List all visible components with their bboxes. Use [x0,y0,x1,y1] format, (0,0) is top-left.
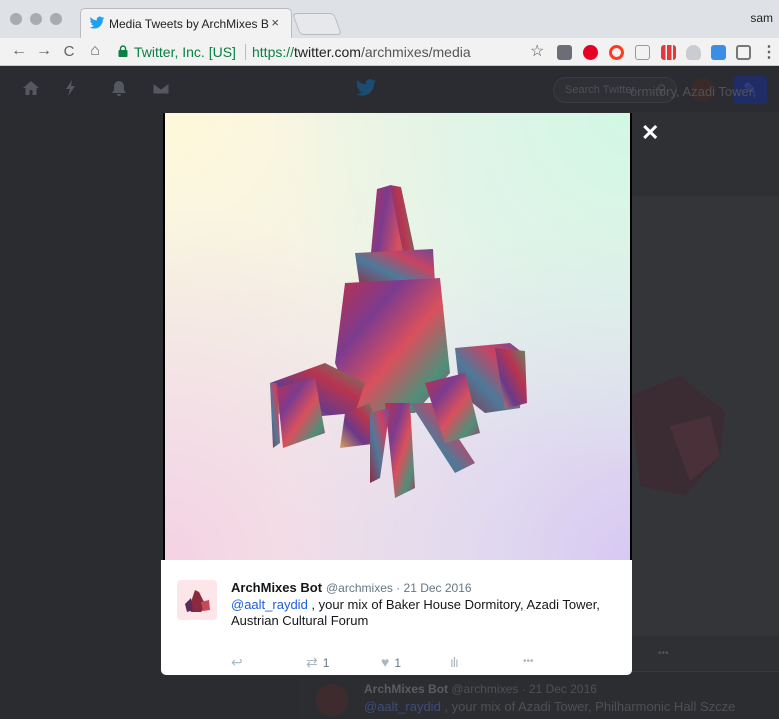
close-icon[interactable]: ✕ [641,122,659,144]
like-count: 1 [394,656,401,670]
background-tweet-header: ArchMixes Bot @archmixes · 21 Dec 2016 [364,682,597,696]
window-zoom-button[interactable] [50,13,62,25]
bookmark-star-icon[interactable]: ☆ [530,41,544,61]
background-tweet-name: ArchMixes Bot [364,682,449,696]
background-tweet-mention: @aalt_raydid [364,699,441,714]
messages-envelope-icon[interactable] [152,79,170,97]
document-icon[interactable] [635,45,650,60]
home-icon[interactable] [22,79,40,97]
url-host: twitter.com [294,44,361,60]
more-dots-icon: ••• [523,656,534,667]
media-frame [163,113,632,560]
tab-title: Media Tweets by ArchMixes Bc [109,17,269,31]
heart-icon: ♥ [381,654,390,670]
tab-close-icon[interactable]: × [271,15,279,30]
camera-icon[interactable] [736,45,751,60]
window-close-button[interactable] [10,13,22,25]
background-tweet-media [630,196,779,636]
cloud-icon[interactable] [686,45,701,60]
archmixes-avatar-icon [185,590,210,612]
background-tweet-avatar [316,684,348,716]
reply-button[interactable]: ↩ [231,654,243,671]
url-scheme: https:// [252,44,295,60]
back-arrow-icon[interactable]: ← [10,42,28,60]
url-text: https://twitter.com/archmixes/media [252,44,471,60]
address-bar[interactable]: Twitter, Inc. [US] https://twitter.com/a… [112,41,552,63]
media-image[interactable] [165,113,630,560]
twitter-logo-icon[interactable] [355,77,377,99]
retweet-count: 1 [322,656,330,670]
more-button[interactable]: ••• [523,656,534,667]
home-icon[interactable]: ⌂ [86,42,104,60]
retweet-icon: ⇄ [306,654,318,670]
analytics-bars-icon: ılı [450,654,459,670]
tweet-text: @aalt_raydid , your mix of Baker House D… [231,597,621,629]
lock-icon [118,45,128,57]
address-divider [245,44,246,60]
bars-extension-icon[interactable] [661,45,676,60]
background-more-icon: ••• [658,648,669,659]
architecture-model-render [270,185,527,498]
browser-menu-icon[interactable]: ⋮ [760,42,778,62]
moments-lightning-icon[interactable] [62,79,80,97]
window-minimize-button[interactable] [30,13,42,25]
new-tab-button[interactable] [291,13,343,35]
security-label: Twitter, Inc. [US] [134,44,236,60]
forward-arrow-icon[interactable]: → [35,42,53,60]
background-tweet-text: @aalt_raydid , your mix of Azadi Tower, … [364,699,735,714]
background-tweet: ArchMixes Bot @archmixes · 21 Dec 2016 @… [300,671,779,719]
twitter-bird-icon [89,16,105,29]
browser-toolbar: ← → C ⌂ Twitter, Inc. [US] https://twitt… [0,38,779,66]
notifications-bell-icon[interactable] [110,79,128,97]
analytics-button[interactable]: ılı [450,654,459,670]
background-tweet-meta: @archmixes · 21 Dec 2016 [451,682,597,696]
reply-icon: ↩ [231,654,243,670]
background-model-thumbnail [630,376,725,496]
like-button[interactable]: ♥ 1 [381,654,401,670]
search-placeholder: Search Twitter [565,84,636,96]
background-tweet-text-top: ormitory, Azadi Tower, [630,84,756,99]
reload-icon[interactable]: C [60,43,78,60]
edit-extension-icon[interactable] [711,45,726,60]
tweet-handle-date[interactable]: @archmixes · 21 Dec 2016 [326,581,472,595]
background-tweet-actions: ••• [630,644,779,666]
media-lightbox: ArchMixes Bot @archmixes · 21 Dec 2016 @… [161,113,632,675]
lightbox-tweet-card: ArchMixes Bot @archmixes · 21 Dec 2016 @… [161,560,632,675]
url-path: /archmixes/media [360,44,471,60]
tweet-mention-link[interactable]: @aalt_raydid [231,597,308,612]
retweet-button[interactable]: ⇄ 1 [306,654,329,671]
browser-tab-active[interactable]: Media Tweets by ArchMixes Bc × [80,8,292,38]
profile-name[interactable]: sam [750,11,773,25]
extension-screen-icon[interactable] [557,45,572,60]
browser-tabstrip: Media Tweets by ArchMixes Bc × sam [0,0,779,38]
pinterest-icon[interactable] [583,45,598,60]
background-tweet-body: , your mix of Azadi Tower, Philharmonic … [440,699,736,714]
tweet-avatar[interactable] [177,580,217,620]
opera-icon[interactable] [609,45,624,60]
tweet-author-name[interactable]: ArchMixes Bot [231,580,322,595]
